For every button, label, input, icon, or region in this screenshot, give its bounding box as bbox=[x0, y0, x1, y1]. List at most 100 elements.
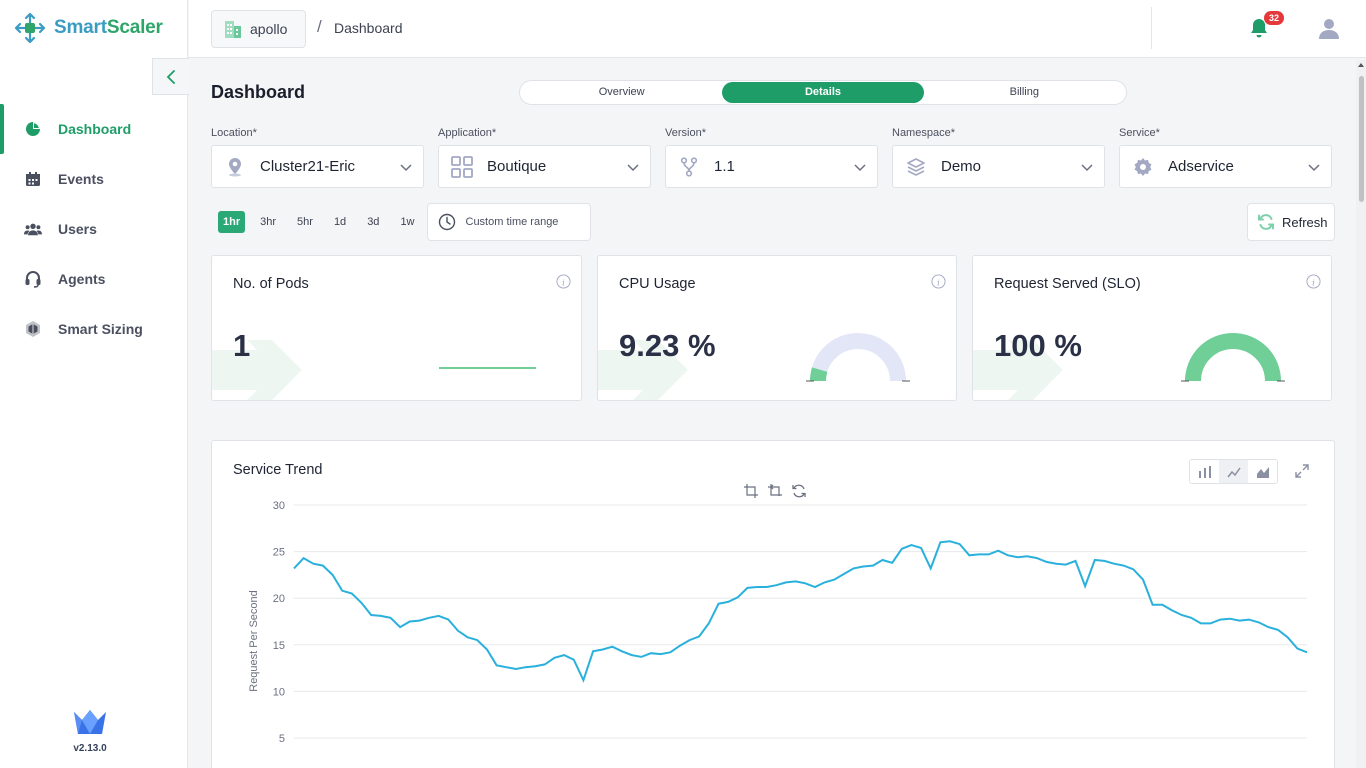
filter-label: Namespace* bbox=[892, 127, 955, 139]
version-info: v2.13.0 bbox=[70, 708, 110, 754]
refresh-icon bbox=[1258, 214, 1274, 230]
brand-logo[interactable]: SmartScaler bbox=[14, 12, 163, 44]
svg-text:i: i bbox=[937, 277, 940, 287]
sidebar: SmartScaler Dashboard Events Users Agent… bbox=[0, 0, 188, 768]
chevron-down-icon bbox=[1081, 163, 1093, 171]
y-tick-label: 15 bbox=[273, 640, 285, 652]
branch-icon bbox=[678, 156, 700, 178]
location-filter: Location* Cluster21-Eric bbox=[211, 127, 424, 188]
range-1w[interactable]: 1w bbox=[394, 211, 420, 233]
scroll-up-arrow-icon[interactable] bbox=[1358, 63, 1364, 67]
selected-location: Cluster21-Eric bbox=[260, 158, 356, 175]
building-icon bbox=[225, 21, 241, 38]
version-filter: Version* 1.1 bbox=[665, 127, 878, 188]
chevron-down-icon bbox=[1308, 163, 1320, 171]
user-avatar-icon[interactable] bbox=[1317, 16, 1341, 40]
location-icon bbox=[224, 156, 246, 178]
sidebar-item-smart-sizing[interactable]: Smart Sizing bbox=[0, 304, 188, 354]
pie-chart-icon bbox=[24, 120, 42, 138]
chevron-down-icon bbox=[400, 163, 412, 171]
sidebar-item-users[interactable]: Users bbox=[0, 204, 188, 254]
y-tick-label: 20 bbox=[273, 593, 285, 605]
service-filter: Service* Adservice bbox=[1119, 127, 1332, 188]
tab-overview[interactable]: Overview bbox=[521, 82, 722, 103]
chevron-left-icon bbox=[166, 69, 175, 84]
smartscaler-logo-icon bbox=[14, 12, 46, 44]
notification-badge: 32 bbox=[1264, 11, 1284, 25]
scrollbar-thumb[interactable] bbox=[1359, 76, 1364, 202]
view-tabs: Overview Details Billing bbox=[519, 80, 1127, 105]
service-select[interactable]: Adservice bbox=[1119, 145, 1332, 188]
chevron-down-icon bbox=[627, 163, 639, 171]
range-1hr[interactable]: 1hr bbox=[218, 211, 246, 233]
version-select[interactable]: 1.1 bbox=[665, 145, 878, 188]
gear-icon bbox=[1132, 156, 1154, 178]
svg-text:i: i bbox=[562, 277, 565, 287]
card-title: No. of Pods bbox=[233, 276, 309, 292]
sidebar-item-label: Users bbox=[58, 221, 97, 237]
location-select[interactable]: Cluster21-Eric bbox=[211, 145, 424, 188]
info-icon[interactable]: i bbox=[556, 274, 571, 289]
info-icon[interactable]: i bbox=[931, 274, 946, 289]
top-header: apollo / Dashboard 32 bbox=[189, 0, 1366, 58]
card-title: CPU Usage bbox=[619, 276, 696, 292]
custom-time-range-button[interactable]: Custom time range bbox=[426, 203, 591, 241]
y-tick-label: 30 bbox=[273, 500, 285, 512]
filter-label: Version* bbox=[665, 127, 706, 139]
request-served-value: 100 % bbox=[994, 328, 1082, 363]
y-axis-label: Request Per Second bbox=[248, 590, 260, 692]
service-trend-panel: Service Trend 5 10 15 20 25 30 Request Per Se… bbox=[211, 440, 1335, 768]
clock-icon bbox=[438, 213, 455, 231]
header-divider bbox=[1151, 7, 1152, 49]
selected-namespace: Demo bbox=[941, 158, 982, 175]
filter-bar: Location* Cluster21-Eric Application* Bo… bbox=[211, 127, 1335, 188]
filter-label: Service* bbox=[1119, 127, 1160, 139]
users-icon bbox=[24, 220, 42, 238]
refresh-label: Refresh bbox=[1282, 214, 1328, 230]
collapse-sidebar-button[interactable] bbox=[152, 58, 189, 95]
range-3hr[interactable]: 3hr bbox=[254, 211, 282, 233]
sidebar-item-label: Agents bbox=[58, 271, 106, 287]
namespace-select[interactable]: Demo bbox=[892, 145, 1105, 188]
breadcrumb-current: Dashboard bbox=[334, 20, 403, 36]
page-scrollbar[interactable] bbox=[1356, 60, 1366, 768]
custom-time-range-label: Custom time range bbox=[465, 216, 559, 228]
selected-version: 1.1 bbox=[714, 158, 735, 175]
tab-billing[interactable]: Billing bbox=[924, 82, 1125, 103]
sidebar-item-dashboard[interactable]: Dashboard bbox=[0, 104, 188, 154]
info-icon[interactable]: i bbox=[1306, 274, 1321, 289]
request-served-card: Request Served (SLO) i 100 % bbox=[972, 255, 1332, 401]
sidebar-item-events[interactable]: Events bbox=[0, 154, 188, 204]
filter-label: Location* bbox=[211, 127, 257, 139]
selected-service: Adservice bbox=[1168, 158, 1234, 175]
tenant-name: apollo bbox=[250, 21, 288, 37]
range-3d[interactable]: 3d bbox=[361, 211, 385, 233]
pods-sparkline bbox=[439, 367, 536, 369]
crown-logo-icon bbox=[74, 710, 106, 734]
service-trend-chart: 5 10 15 20 25 30 Request Per Second bbox=[248, 500, 1308, 745]
calendar-icon bbox=[24, 170, 42, 188]
y-tick-label: 10 bbox=[273, 686, 285, 698]
layers-icon bbox=[905, 156, 927, 178]
card-background-arrow-icon bbox=[212, 340, 302, 400]
version-label: v2.13.0 bbox=[73, 743, 107, 754]
tab-details[interactable]: Details bbox=[722, 82, 924, 103]
range-5hr[interactable]: 5hr bbox=[291, 211, 319, 233]
brand-name: SmartScaler bbox=[54, 17, 163, 38]
card-title: Request Served (SLO) bbox=[994, 276, 1141, 292]
y-tick-label: 25 bbox=[273, 547, 285, 559]
cpu-usage-gauge bbox=[806, 333, 910, 382]
cube-icon bbox=[24, 320, 42, 338]
gauge-fill bbox=[810, 367, 828, 382]
tenant-selector[interactable]: apollo bbox=[211, 10, 306, 48]
range-1d[interactable]: 1d bbox=[328, 211, 352, 233]
breadcrumb-separator: / bbox=[317, 17, 322, 36]
application-select[interactable]: Boutique bbox=[438, 145, 651, 188]
namespace-filter: Namespace* Demo bbox=[892, 127, 1105, 188]
series-line bbox=[293, 540, 1308, 683]
cpu-usage-value: 9.23 % bbox=[619, 328, 716, 363]
refresh-button[interactable]: Refresh bbox=[1247, 203, 1335, 241]
sidebar-item-agents[interactable]: Agents bbox=[0, 254, 188, 304]
gauge-fill bbox=[1185, 333, 1281, 382]
sidebar-item-label: Dashboard bbox=[58, 121, 132, 137]
